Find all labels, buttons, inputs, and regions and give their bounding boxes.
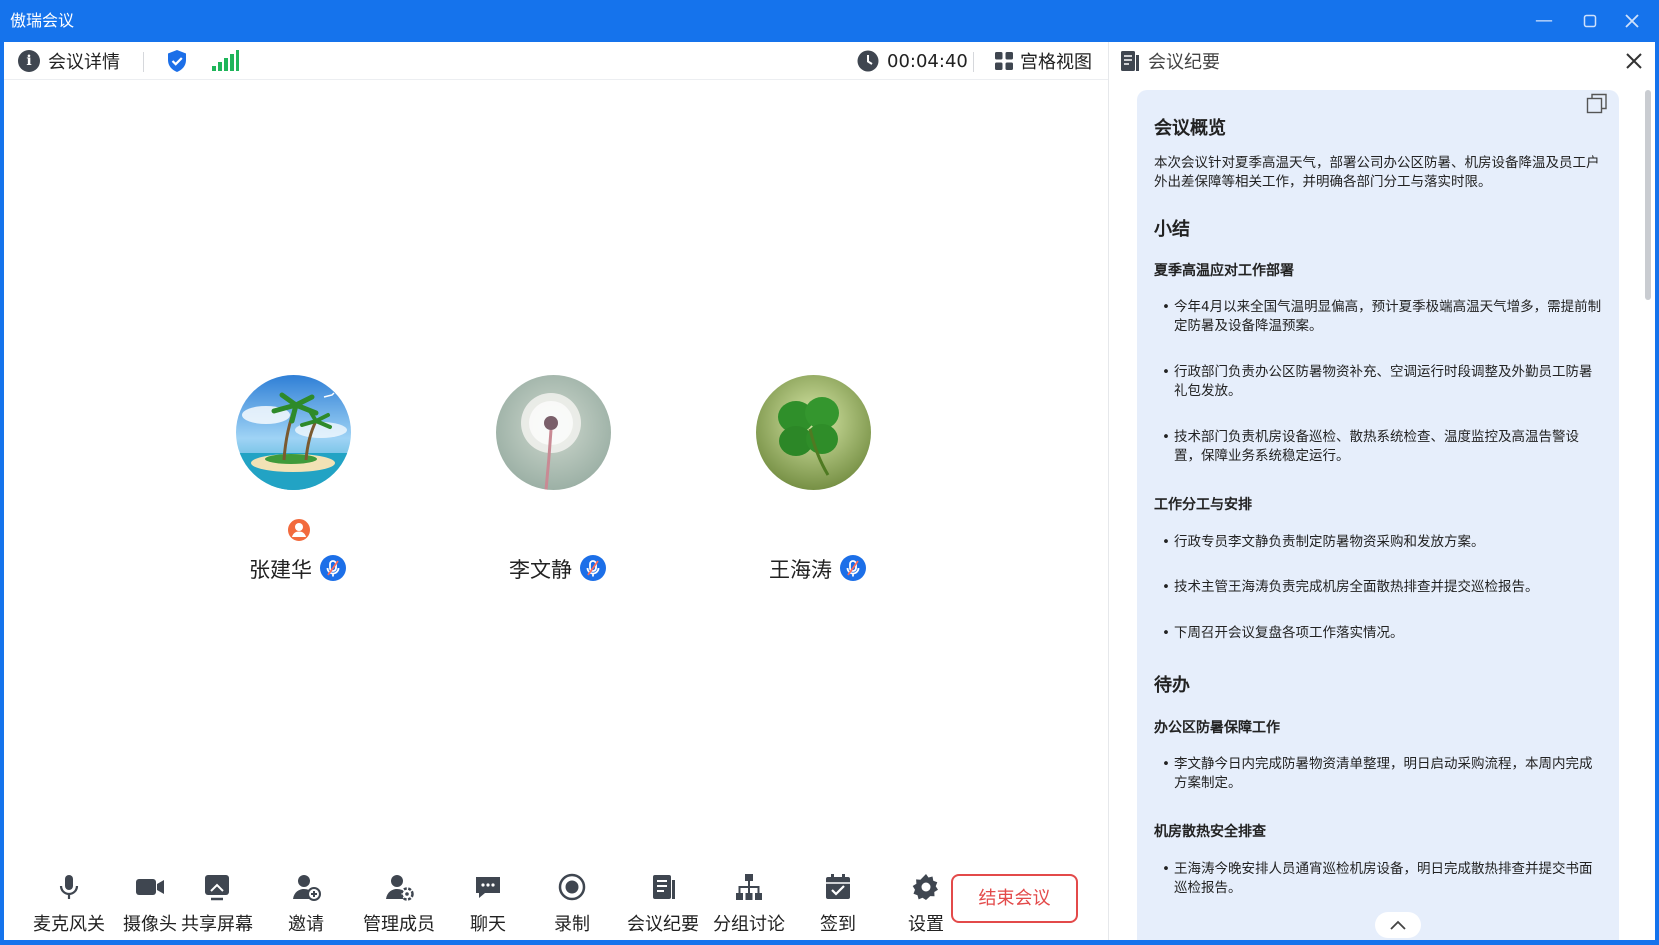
meeting-minutes-label: 会议纪要 <box>627 914 699 935</box>
window-title: 傲瑞会议 <box>10 11 75 30</box>
panel-header: 会议纪要 <box>1109 42 1656 80</box>
meeting-minutes-button[interactable]: 会议纪要 <box>620 862 706 940</box>
camera-label: 摄像头 <box>123 914 177 935</box>
manage-members-button[interactable]: 管理成员 <box>356 862 442 940</box>
list-item: 下周召开会议复盘各项工作落实情况。 <box>1162 624 1602 643</box>
invite-label: 邀请 <box>288 914 324 935</box>
gear-icon <box>912 874 938 900</box>
mic-toggle-button[interactable]: 麦克风关 <box>26 862 112 940</box>
todo-section-heading: 机房散热安全排查 <box>1154 824 1266 840</box>
summary-heading: 小结 <box>1154 219 1190 240</box>
todo-heading: 待办 <box>1154 675 1190 696</box>
share-screen-label: 共享屏幕 <box>181 914 253 935</box>
chat-label: 聊天 <box>470 914 506 935</box>
breakout-icon <box>736 874 762 900</box>
checkin-button[interactable]: 签到 <box>806 862 870 940</box>
microphone-icon <box>59 875 79 899</box>
list-item: 技术主管王海涛负责完成机房全面散热排查并提交巡检报告。 <box>1162 578 1602 597</box>
todo-section-heading: 办公区防暑保障工作 <box>1154 720 1280 736</box>
breakout-label: 分组讨论 <box>713 914 785 935</box>
copy-icon[interactable] <box>1586 93 1608 115</box>
minutes-icon <box>653 875 675 899</box>
participant-name: 李文静 <box>509 558 572 582</box>
share-screen-button[interactable]: 共享屏幕 <box>176 862 258 940</box>
mic-toggle-label: 麦克风关 <box>33 914 105 935</box>
list-item: 李文静今日内完成防暑物资清单整理，明日启动采购流程，本周内完成方案制定。 <box>1162 755 1602 793</box>
panel-scrollbar[interactable] <box>1645 90 1651 300</box>
settings-button[interactable]: 设置 <box>894 862 958 940</box>
host-user-icon <box>286 517 312 543</box>
participant-name: 王海涛 <box>769 558 832 582</box>
meeting-toolbar: 麦克风关 摄像头 共享屏幕 邀请 管理成员 聊天 录制 会议纪要 分组讨论 签到… <box>4 862 1108 940</box>
settings-label: 设置 <box>908 914 944 935</box>
end-meeting-button[interactable]: 结束会议 <box>951 874 1078 923</box>
mic-muted-icon[interactable] <box>320 555 346 581</box>
mic-muted-icon[interactable] <box>840 555 866 581</box>
camera-icon <box>136 879 164 895</box>
mic-muted-icon[interactable] <box>580 555 606 581</box>
chat-button[interactable]: 聊天 <box>456 862 520 940</box>
participant-name: 张建华 <box>249 558 312 582</box>
list-item: 行政专员李文静负责制定防暑物资采购和发放方案。 <box>1162 533 1602 552</box>
minimize-icon[interactable]: — <box>1529 8 1559 34</box>
chevron-up-icon <box>1390 920 1406 930</box>
camera-button[interactable]: 摄像头 <box>116 862 184 940</box>
avatar <box>496 375 611 490</box>
section-heading: 工作分工与安排 <box>1154 497 1252 513</box>
list-item: 今年4月以来全国气温明显偏高，预计夏季极端高温天气增多，需提前制定防暑及设备降温… <box>1162 298 1602 336</box>
panel-title: 会议纪要 <box>1148 52 1220 73</box>
calendar-check-icon <box>826 874 850 899</box>
list-item: 王海涛今晚安排人员通宵巡检机房设备，明日完成散热排查并提交书面巡检报告。 <box>1162 860 1602 898</box>
invite-button[interactable]: 邀请 <box>274 862 338 940</box>
main-content: i 会议详情 00:04:40 宫格视图 张建华 李文静 王海涛 麦克风关 摄像… <box>4 42 1655 940</box>
title-bar: 傲瑞会议 — <box>0 0 1659 42</box>
minutes-icon <box>1121 51 1139 71</box>
section-heading: 夏季高温应对工作部署 <box>1154 263 1294 279</box>
avatar <box>236 375 351 490</box>
overview-text: 本次会议针对夏季高温天气，部署公司办公区防暑、机房设备降温及员工户外出差保障等相… <box>1154 155 1600 190</box>
breakout-button[interactable]: 分组讨论 <box>706 862 792 940</box>
record-icon <box>558 873 586 901</box>
participants-grid: 张建华 李文静 王海涛 <box>4 42 1108 940</box>
share-screen-icon <box>205 875 229 901</box>
app-window: 傲瑞会议 — i 会议详情 00:04:40 宫格视图 张建华 李文静 王海涛 … <box>0 0 1659 945</box>
avatar <box>756 375 871 490</box>
record-label: 录制 <box>554 914 590 935</box>
maximize-icon[interactable] <box>1575 8 1605 34</box>
close-icon[interactable] <box>1625 52 1643 70</box>
checkin-label: 签到 <box>820 914 856 935</box>
summary-card: 会议概览 本次会议针对夏季高温天气，部署公司办公区防暑、机房设备降温及员工户外出… <box>1137 90 1619 940</box>
overview-heading: 会议概览 <box>1154 118 1226 139</box>
manage-members-icon <box>386 875 414 901</box>
meeting-area: i 会议详情 00:04:40 宫格视图 张建华 李文静 王海涛 麦克风关 摄像… <box>4 42 1108 940</box>
list-item: 技术部门负责机房设备巡检、散热系统检查、温度监控及高温告警设置，保障业务系统稳定… <box>1162 428 1602 466</box>
chat-icon <box>476 877 500 898</box>
collapse-button[interactable] <box>1375 912 1421 938</box>
record-button[interactable]: 录制 <box>540 862 604 940</box>
list-item: 行政部门负责办公区防暑物资补充、空调运行时段调整及外勤员工防暑礼包发放。 <box>1162 363 1602 401</box>
add-user-icon <box>293 875 321 901</box>
manage-members-label: 管理成员 <box>363 914 435 935</box>
close-window-icon[interactable] <box>1617 8 1647 34</box>
meeting-minutes-panel: 会议纪要 会议概览 本次会议针对夏季高温天气，部署公司办公区防暑、机房设备降温及… <box>1108 42 1655 940</box>
